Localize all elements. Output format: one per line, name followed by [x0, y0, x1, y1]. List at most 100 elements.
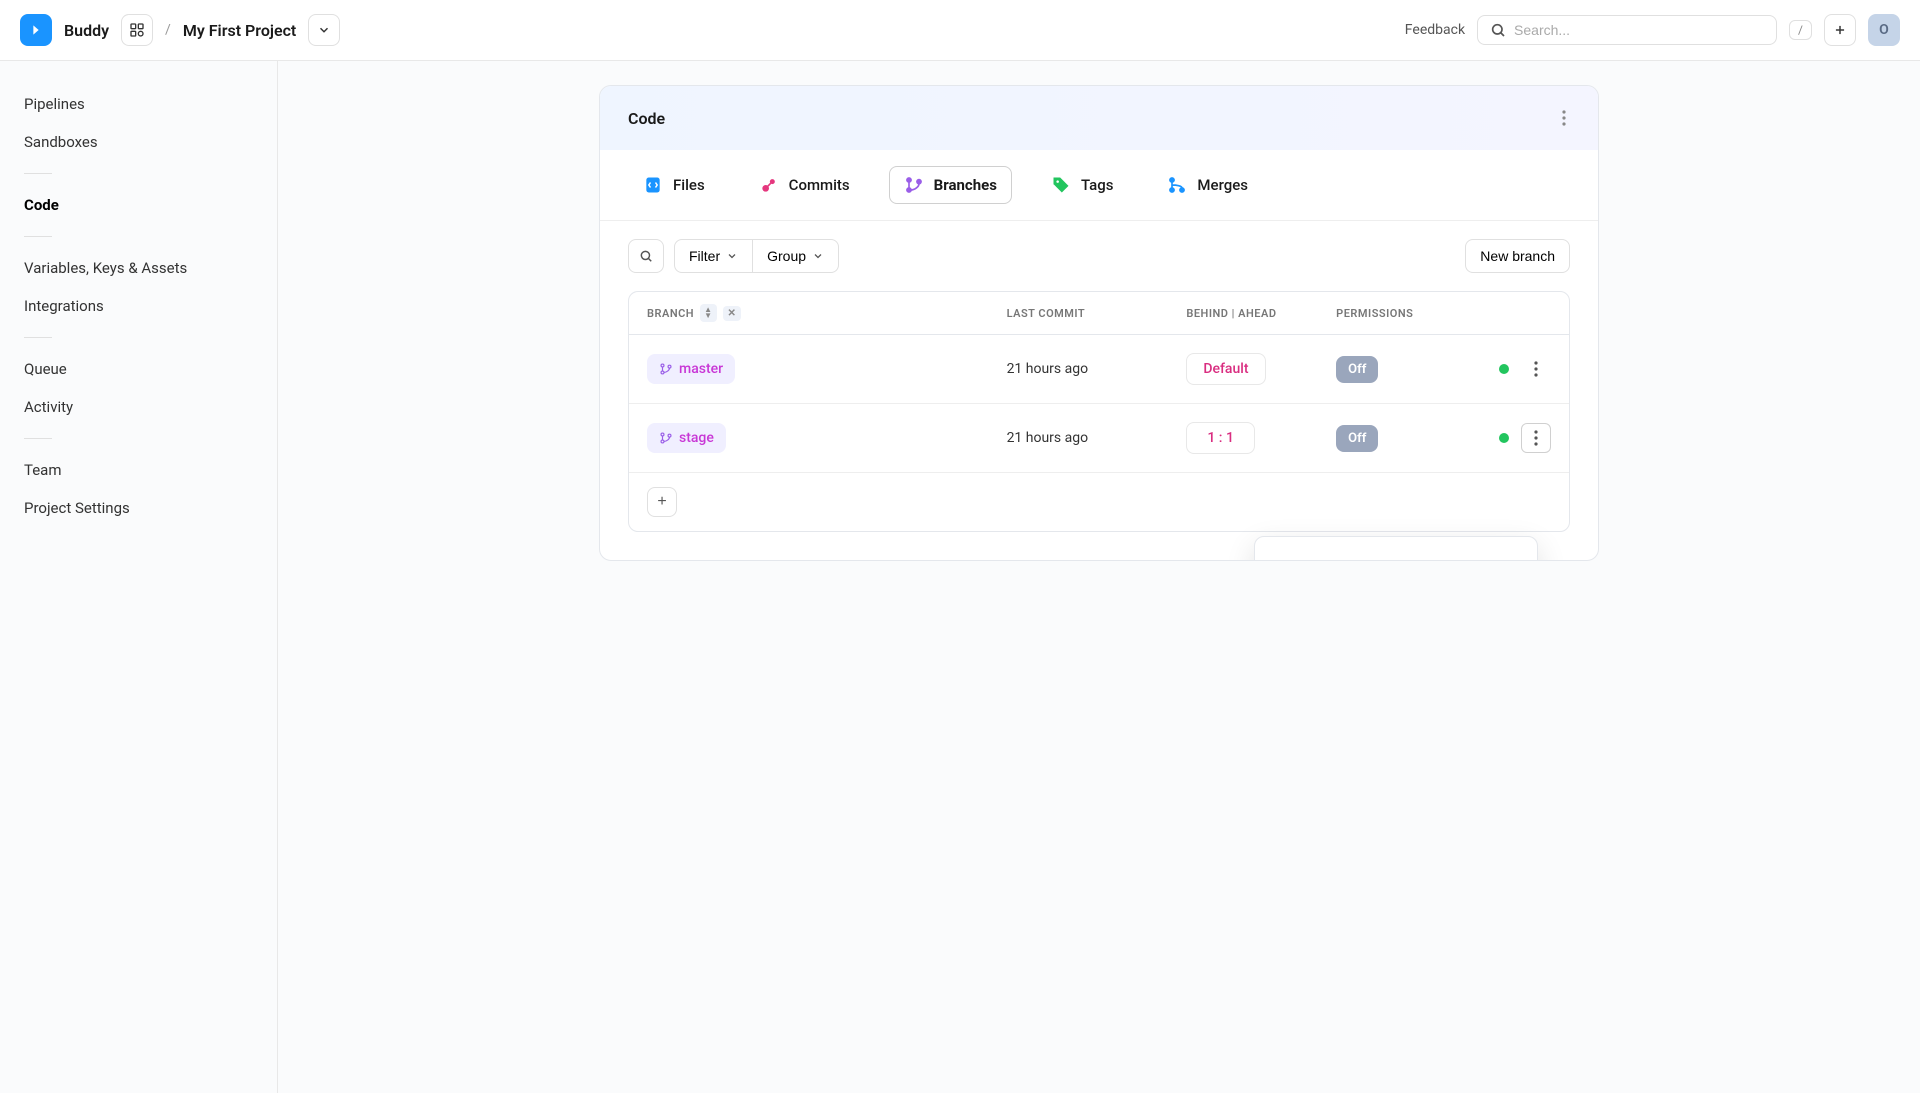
status-dot [1499, 364, 1509, 374]
th-actions [1471, 304, 1551, 322]
table-row: master 21 hours ago Default Off [629, 335, 1569, 404]
card-header: Code [600, 86, 1598, 150]
table-wrap: BRANCH ▲▼ ✕ LAST COMMIT BEHIND | AHEAD P… [600, 291, 1598, 560]
branch-icon [659, 362, 673, 376]
add-row: + [629, 473, 1569, 531]
group-button[interactable]: Group [753, 239, 839, 273]
card-title: Code [628, 109, 665, 128]
tab-tags[interactable]: Tags [1036, 166, 1128, 204]
add-button[interactable] [1824, 14, 1856, 46]
project-dropdown-button[interactable] [308, 14, 340, 46]
main: Code Files Commits [278, 61, 1920, 1093]
default-badge: Default [1186, 353, 1265, 385]
permissions-badge[interactable]: Off [1336, 356, 1378, 383]
tags-icon [1051, 175, 1071, 195]
last-commit: 21 hours ago [1007, 430, 1187, 446]
sidebar-item-pipelines[interactable]: Pipelines [0, 85, 277, 123]
sidebar-divider [24, 337, 52, 338]
header-left: Buddy / My First Project [20, 14, 340, 46]
brand-name[interactable]: Buddy [64, 21, 109, 40]
project-name[interactable]: My First Project [183, 21, 296, 40]
sidebar-item-variables[interactable]: Variables, Keys & Assets [0, 249, 277, 287]
toolbar-search-button[interactable] [628, 239, 664, 273]
commits-icon [759, 175, 779, 195]
dropdown-merge[interactable]: Merge... [1255, 551, 1537, 561]
code-card: Code Files Commits [599, 85, 1599, 561]
th-behind-ahead[interactable]: BEHIND | AHEAD [1186, 304, 1336, 322]
tab-merges[interactable]: Merges [1152, 166, 1263, 204]
sidebar-item-activity[interactable]: Activity [0, 388, 277, 426]
files-icon [643, 175, 663, 195]
tab-branches-label: Branches [934, 176, 997, 194]
app-header: Buddy / My First Project Feedback / O [0, 0, 1920, 61]
tab-files-label: Files [673, 176, 705, 194]
tab-tags-label: Tags [1081, 176, 1113, 194]
permissions-badge[interactable]: Off [1336, 425, 1378, 452]
branches-toolbar: Filter Group New branch [600, 221, 1598, 291]
tab-commits-label: Commits [789, 176, 850, 194]
branches-table: BRANCH ▲▼ ✕ LAST COMMIT BEHIND | AHEAD P… [628, 291, 1570, 532]
new-branch-label: New branch [1480, 248, 1555, 264]
avatar[interactable]: O [1868, 14, 1900, 46]
branch-actions-dropdown: Merge... Limit write access... Tag branc… [1254, 536, 1538, 561]
buddy-logo[interactable] [20, 14, 52, 46]
layout: Pipelines Sandboxes Code Variables, Keys… [0, 61, 1920, 1093]
toolbar-left: Filter Group [628, 239, 839, 273]
breadcrumb-separator: / [165, 22, 171, 38]
tab-files[interactable]: Files [628, 166, 720, 204]
group-label: Group [767, 248, 806, 264]
branch-icon [659, 431, 673, 445]
code-tabs: Files Commits Branches [600, 150, 1598, 221]
sidebar-item-integrations[interactable]: Integrations [0, 287, 277, 325]
tab-merges-label: Merges [1197, 176, 1248, 194]
branch-name: master [679, 361, 723, 377]
filter-group-buttons: Filter Group [674, 239, 839, 273]
clear-sort-button[interactable]: ✕ [723, 306, 742, 321]
branch-pill[interactable]: stage [647, 423, 726, 453]
filter-button[interactable]: Filter [674, 239, 753, 273]
merges-icon [1167, 175, 1187, 195]
search-shortcut: / [1789, 20, 1812, 40]
new-branch-button[interactable]: New branch [1465, 239, 1570, 273]
row-more-button[interactable] [1521, 423, 1551, 453]
th-last-commit[interactable]: LAST COMMIT [1007, 304, 1187, 322]
workspace-switcher-button[interactable] [121, 14, 153, 46]
status-dot [1499, 433, 1509, 443]
sidebar-item-project-settings[interactable]: Project Settings [0, 489, 277, 527]
filter-label: Filter [689, 248, 720, 264]
th-branch-label: BRANCH [647, 307, 694, 320]
sidebar-item-team[interactable]: Team [0, 451, 277, 489]
sidebar-item-queue[interactable]: Queue [0, 350, 277, 388]
tab-commits[interactable]: Commits [744, 166, 865, 204]
table-header: BRANCH ▲▼ ✕ LAST COMMIT BEHIND | AHEAD P… [629, 292, 1569, 335]
search-box[interactable] [1477, 15, 1777, 45]
card-menu-button[interactable] [1558, 106, 1570, 130]
sidebar-item-sandboxes[interactable]: Sandboxes [0, 123, 277, 161]
search-icon [1490, 22, 1506, 38]
feedback-link[interactable]: Feedback [1405, 22, 1465, 38]
tab-branches[interactable]: Branches [889, 166, 1012, 204]
behind-ahead-badge[interactable]: 1 : 1 [1186, 422, 1255, 454]
sidebar-divider [24, 438, 52, 439]
sidebar: Pipelines Sandboxes Code Variables, Keys… [0, 61, 278, 1093]
branch-pill[interactable]: master [647, 354, 735, 384]
th-branch[interactable]: BRANCH ▲▼ ✕ [647, 304, 1007, 322]
branch-name: stage [679, 430, 714, 446]
branches-icon [904, 175, 924, 195]
sidebar-divider [24, 173, 52, 174]
header-right: Feedback / O [1405, 14, 1900, 46]
add-branch-button[interactable]: + [647, 487, 677, 517]
last-commit: 21 hours ago [1007, 361, 1187, 377]
sort-icon[interactable]: ▲▼ [700, 304, 716, 322]
th-permissions[interactable]: PERMISSIONS [1336, 304, 1471, 322]
chevron-down-icon [812, 250, 824, 262]
row-actions [1471, 423, 1551, 453]
search-input[interactable] [1514, 22, 1764, 38]
chevron-down-icon [726, 250, 738, 262]
search-icon [639, 249, 653, 263]
row-more-button[interactable] [1521, 354, 1551, 384]
sidebar-divider [24, 236, 52, 237]
table-row: stage 21 hours ago 1 : 1 Off [629, 404, 1569, 473]
row-actions [1471, 354, 1551, 384]
sidebar-item-code[interactable]: Code [0, 186, 277, 224]
